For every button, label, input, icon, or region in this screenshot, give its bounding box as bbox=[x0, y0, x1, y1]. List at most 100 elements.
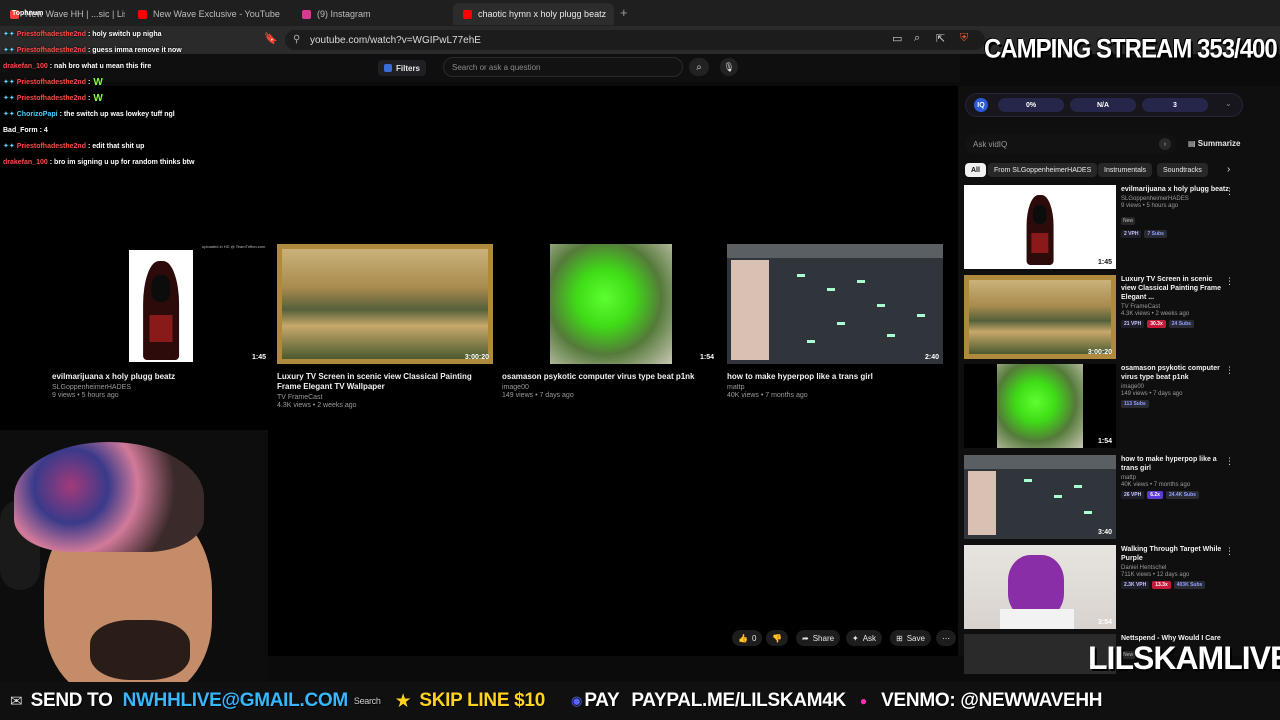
video-title[interactable]: evilmarijuana x holy plugg beatz bbox=[1121, 185, 1229, 194]
vidiq-logo-icon: IQ bbox=[974, 98, 988, 112]
video-thumbnail[interactable]: 3:54 bbox=[964, 545, 1116, 629]
video-title[interactable]: osamason psykotic computer virus type be… bbox=[1121, 364, 1229, 382]
thumbs-up-icon: 👍 bbox=[738, 633, 748, 643]
more-actions-icon[interactable]: ⋯ bbox=[936, 630, 956, 646]
channel-name[interactable]: mattp bbox=[727, 384, 943, 391]
recommended-video[interactable]: 1:45 evilmarijuana x holy plugg beatz SL… bbox=[964, 185, 1234, 269]
recommended-video[interactable]: 3:00:20 Luxury TV Screen in scenic view … bbox=[964, 275, 1234, 359]
video-title[interactable]: how to make hyperpop like a trans girl bbox=[1121, 455, 1229, 473]
search-input[interactable]: Search or ask a question bbox=[443, 57, 683, 77]
brave-shield-icon[interactable]: ⛨ bbox=[960, 32, 968, 45]
video-thumbnail[interactable]: 3:40 bbox=[964, 455, 1116, 539]
end-screen-video[interactable]: uploaded in HD @ TeamTriffon.com 1:45 ev… bbox=[52, 244, 270, 399]
filters-button[interactable]: Filters bbox=[378, 60, 427, 76]
vph-badge: 2 VPH bbox=[1121, 230, 1142, 238]
address-bar[interactable]: ⚲ youtube.com/watch?v=WGIPwL77ehE bbox=[285, 30, 985, 50]
more-vert-icon[interactable]: ⋮ bbox=[1225, 365, 1234, 376]
video-thumbnail[interactable]: 2:40 bbox=[727, 244, 943, 364]
chevron-right-icon[interactable]: › bbox=[1227, 164, 1230, 175]
chip-soundtracks[interactable]: Soundtracks bbox=[1157, 163, 1208, 177]
channel-name[interactable]: Daniel Hentschel bbox=[1121, 565, 1229, 571]
channel-name[interactable]: mattp bbox=[1121, 475, 1229, 481]
vidiq-score: N/A bbox=[1070, 98, 1136, 112]
new-tab-icon[interactable]: + bbox=[620, 5, 628, 20]
chip-all[interactable]: All bbox=[965, 163, 986, 177]
cast-icon[interactable]: ▭ bbox=[892, 32, 902, 45]
subs-badge: 7 Subs bbox=[1144, 230, 1167, 238]
more-vert-icon[interactable]: ⋮ bbox=[1225, 276, 1234, 287]
video-title[interactable]: Luxury TV Screen in scenic view Classica… bbox=[277, 372, 493, 392]
vidiq-bar[interactable]: IQ 0% N/A 3 ⌄ bbox=[965, 93, 1243, 117]
end-screen-video[interactable]: 3:00:20 Luxury TV Screen in scenic view … bbox=[277, 244, 493, 409]
microphone-icon[interactable]: 🎙 bbox=[720, 58, 738, 76]
video-thumbnail[interactable]: 1:54 bbox=[502, 244, 718, 364]
video-thumbnail[interactable]: 1:54 bbox=[964, 364, 1116, 448]
recommended-video[interactable]: 3:54 Walking Through Target While Purple… bbox=[964, 545, 1234, 629]
video-title[interactable]: osamason psykotic computer virus type be… bbox=[502, 372, 718, 382]
chat-message: ✦✦ Priestofhadesthe2nd: holy switch up ni… bbox=[3, 30, 162, 39]
browser-tab[interactable]: New Wave Exclusive - YouTube bbox=[128, 3, 288, 25]
ask-vidiq-input[interactable]: Ask vidIQ › bbox=[965, 134, 1177, 154]
bookmark-icon[interactable]: 🔖 bbox=[264, 32, 278, 45]
video-thumbnail[interactable]: 3:00:20 bbox=[964, 275, 1116, 359]
channel-name[interactable]: SLGoppenheimerHADES bbox=[52, 384, 270, 391]
thumbnail-image bbox=[997, 364, 1083, 448]
save-button[interactable]: ⊞ Save bbox=[890, 630, 931, 646]
share-icon: ➦ bbox=[802, 633, 809, 643]
browser-tab[interactable]: (9) Instagram bbox=[292, 3, 447, 25]
share-button[interactable]: ➦ Share bbox=[796, 630, 841, 646]
more-vert-icon[interactable]: ⋮ bbox=[1225, 186, 1234, 197]
youtube-icon bbox=[463, 9, 472, 19]
end-screen-video[interactable]: 1:54 osamason psykotic computer virus ty… bbox=[502, 244, 718, 399]
zoom-icon[interactable]: ⌕ bbox=[914, 32, 920, 45]
video-stats: 9 views • 5 hours ago bbox=[1121, 203, 1179, 209]
channel-name[interactable]: image00 bbox=[502, 384, 718, 391]
more-vert-icon[interactable]: ⋮ bbox=[1225, 546, 1234, 557]
ticker-paypal: PAYPAL.ME/LILSKAM4K bbox=[631, 690, 846, 711]
video-thumbnail[interactable]: 1:45 bbox=[964, 185, 1116, 269]
summarize-button[interactable]: ▤ Summarize bbox=[1188, 139, 1240, 148]
thumbnail-image bbox=[964, 275, 1116, 359]
send-arrow-icon[interactable]: › bbox=[1159, 138, 1171, 150]
emote: W bbox=[93, 92, 103, 104]
end-screen-video[interactable]: 2:40 how to make hyperpop like a trans g… bbox=[727, 244, 943, 399]
browser-tab-active[interactable]: chaotic hymn x holy plugg beatz ✕ bbox=[453, 3, 614, 25]
channel-name[interactable]: image00 bbox=[1121, 384, 1229, 390]
youtube-icon bbox=[138, 9, 147, 19]
search-icon[interactable]: ⌕ bbox=[689, 58, 709, 76]
thumbs-down-icon: 👎 bbox=[772, 633, 782, 643]
share-page-icon[interactable]: ⇱ bbox=[936, 32, 945, 45]
dislike-button[interactable]: 👎 bbox=[766, 630, 788, 646]
vidiq-score: 0% bbox=[998, 98, 1064, 112]
recommended-video[interactable]: 3:40 how to make hyperpop like a trans g… bbox=[964, 455, 1234, 539]
channel-name[interactable]: TV FrameCast bbox=[1121, 304, 1229, 310]
chat-header: Tophnum bbox=[12, 10, 44, 17]
video-thumbnail[interactable]: uploaded in HD @ TeamTriffon.com 1:45 bbox=[52, 244, 270, 364]
chip-instrumentals[interactable]: Instrumentals bbox=[1098, 163, 1153, 177]
subs-badge: 113 Subs bbox=[1121, 400, 1149, 408]
chat-badge-icon: ✦✦ bbox=[3, 143, 15, 150]
site-info-icon[interactable]: ⚲ bbox=[293, 34, 300, 45]
thumbnail-image bbox=[129, 250, 193, 362]
chat-message: ✦✦ Priestofhadesthe2nd: W bbox=[3, 92, 103, 104]
ticker-pay: PAY bbox=[584, 690, 620, 711]
ask-button[interactable]: ✦ Ask bbox=[846, 630, 883, 646]
chat-badge-icon: ✦✦ bbox=[3, 95, 15, 102]
thumbnail-image bbox=[550, 244, 672, 364]
multiplier-badge: 13.3x bbox=[1152, 581, 1171, 589]
chip-from-channel[interactable]: From SLGoppenheimerHADES bbox=[988, 163, 1098, 177]
video-title[interactable]: Luxury TV Screen in scenic view Classica… bbox=[1121, 275, 1229, 302]
channel-name[interactable]: SLGoppenheimerHADES bbox=[1121, 196, 1229, 202]
more-vert-icon[interactable]: ⋮ bbox=[1225, 456, 1234, 467]
sparkle-icon: ✦ bbox=[852, 633, 859, 643]
video-title[interactable]: Walking Through Target While Purple bbox=[1121, 545, 1229, 563]
chat-message: ✦✦ Priestofhadesthe2nd: W bbox=[3, 76, 103, 88]
chevron-down-icon[interactable]: ⌄ bbox=[1225, 99, 1232, 108]
recommended-video[interactable]: 1:54 osamason psykotic computer virus ty… bbox=[964, 364, 1234, 448]
like-button[interactable]: 👍 0 bbox=[732, 630, 763, 646]
video-title[interactable]: evilmarijuana x holy plugg beatz bbox=[52, 372, 270, 382]
channel-name[interactable]: TV FrameCast bbox=[277, 394, 493, 401]
video-thumbnail[interactable]: 3:00:20 bbox=[277, 244, 493, 364]
video-stats: 149 views • 7 days ago bbox=[1121, 391, 1183, 397]
video-title[interactable]: how to make hyperpop like a trans girl bbox=[727, 372, 943, 382]
